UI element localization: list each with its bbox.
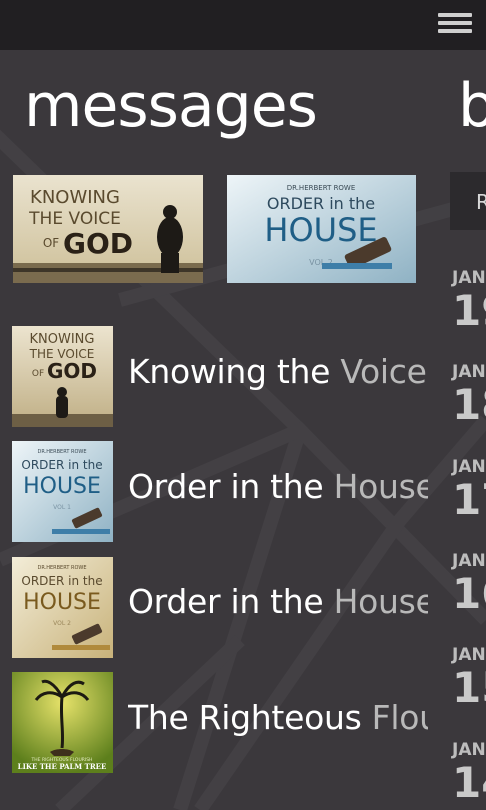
series-artwork: KNOWING THE VOICE OF GOD [13,175,203,283]
message-title: Knowing the Voice [128,352,427,391]
svg-text:GOD: GOD [63,227,133,260]
svg-text:VOL 2: VOL 2 [53,620,71,627]
svg-text:KNOWING: KNOWING [30,187,120,208]
svg-text:ORDER in the: ORDER in the [21,458,102,472]
message-thumbnail: KNOWING THE VOICE OF GOD [12,326,113,427]
hamburger-menu-icon[interactable] [438,13,472,37]
message-thumbnail: DR.HERBERT ROWE ORDER in the HOUSE VOL 1 [12,441,113,542]
svg-text:DR.HERBERT ROWE: DR.HERBERT ROWE [38,565,87,571]
svg-text:OF: OF [43,236,59,250]
svg-text:VOL 1: VOL 1 [53,504,71,511]
series-artwork: DR.HERBERT ROWE ORDER in the HOUSE VOL 2 [227,175,416,283]
svg-text:GOD: GOD [47,359,97,383]
message-title: Order in the House [128,467,428,506]
svg-text:LIKE THE PALM TREE: LIKE THE PALM TREE [18,762,107,771]
svg-text:HOUSE: HOUSE [23,474,101,499]
next-pivot-button-label: R [476,190,486,214]
date-label: JAN18 [452,362,486,429]
app-bar [0,0,486,50]
message-thumbnail: DR.HERBERT ROWE ORDER in the HOUSE VOL 2 [12,557,113,658]
date-label: JAN19 [452,268,486,335]
pivot-title-messages[interactable]: messages [24,66,318,146]
message-title: Order in the House [128,582,428,621]
svg-text:HOUSE: HOUSE [264,211,377,249]
svg-text:KNOWING: KNOWING [30,332,95,347]
svg-text:OF: OF [32,369,44,379]
date-label: JAN17 [452,457,486,524]
svg-text:DR.HERBERT ROWE: DR.HERBERT ROWE [287,184,356,192]
featured-tile-knowing-the-voice[interactable]: KNOWING THE VOICE OF GOD [13,175,203,283]
svg-text:ORDER in the: ORDER in the [21,574,102,588]
svg-text:DR.HERBERT ROWE: DR.HERBERT ROWE [38,449,87,455]
pivot-title-next[interactable]: b [458,66,486,146]
date-label: JAN15 [452,645,486,712]
date-label: JAN14 [452,740,486,807]
featured-tile-order-in-the-house[interactable]: DR.HERBERT ROWE ORDER in the HOUSE VOL 2 [227,175,416,283]
message-thumbnail: THE RIGHTEOUS FLOURISH LIKE THE PALM TRE… [12,672,113,773]
message-title: The Righteous Flou [128,698,428,737]
svg-text:THE VOICE: THE VOICE [28,209,121,229]
svg-text:HOUSE: HOUSE [23,590,101,615]
date-label: JAN16 [452,551,486,618]
